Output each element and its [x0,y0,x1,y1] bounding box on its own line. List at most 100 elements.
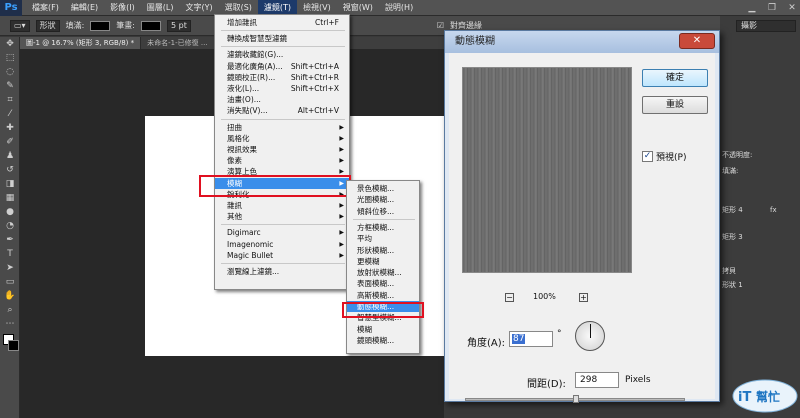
restore-icon[interactable]: ❐ [764,2,780,14]
type-tool-icon[interactable]: T [0,247,20,261]
tool-preset-icon[interactable]: ▭▾ [10,19,30,32]
filter-menu-item[interactable]: 風格化 ▶ [215,133,349,144]
filter-menu-item[interactable]: 瀏覽線上濾鏡... [215,266,349,277]
minimize-icon[interactable]: ▁ [744,2,760,14]
blur-tool-icon[interactable]: ● [0,205,20,219]
layer-name[interactable]: 形狀 1 [722,280,800,291]
healing-tool-icon[interactable]: ✚ [0,121,20,135]
filter-menu-item[interactable]: 其他 ▶ [215,211,349,222]
distance-input[interactable]: 298 [575,372,619,388]
filter-menu-item[interactable]: Imagenomic ▶ [215,239,349,250]
angle-input[interactable]: 87 [509,331,553,347]
blur-submenu-item[interactable]: 鏡頭模糊... [347,335,419,346]
menu-item[interactable]: 編輯(E) [65,0,104,16]
menu-item-label: Magic Bullet [227,250,274,260]
distance-slider[interactable] [465,395,685,403]
zoom-tool-icon[interactable]: ⌕ [0,303,20,317]
filter-menu-item[interactable]: 雜訊 ▶ [215,200,349,211]
preview-image[interactable] [462,67,632,273]
crop-tool-icon[interactable]: ⌗ [0,93,20,107]
reset-button[interactable]: 重設 [642,96,708,114]
blur-submenu-item[interactable]: 放射狀模糊... [347,267,419,278]
filter-menu-item[interactable]: 扭曲 ▶ [215,122,349,133]
blur-submenu-item[interactable]: 表面模糊... [347,278,419,289]
filter-menu-item[interactable]: 增加雜訊 Ctrl+F [215,17,349,28]
hand-tool-icon[interactable]: ✋ [0,289,20,303]
stroke-swatch[interactable] [140,20,161,31]
filter-menu-item[interactable]: 鏡頭校正(R)... Shift+Ctrl+R [215,72,349,83]
background-color[interactable] [8,340,19,351]
filter-menu-item[interactable]: 轉換成智慧型濾鏡 [215,33,349,44]
doc-tab[interactable]: 未命名-1-已修復 ... [141,37,215,49]
menu-item-label: 消失點(V)... [227,106,268,116]
menu-item[interactable]: 文字(Y) [179,0,218,16]
layer-name[interactable]: 矩形 3 [722,232,800,243]
blur-submenu-item[interactable]: 景色模糊... [347,183,419,194]
color-swatches[interactable] [0,331,20,357]
filter-menu-item[interactable]: 濾鏡收藏館(G)... [215,49,349,60]
marquee-tool-icon[interactable]: ⬚ [0,51,20,65]
menu-item[interactable]: 檔案(F) [26,0,65,16]
gradient-tool-icon[interactable]: ▦ [0,191,20,205]
angle-dial[interactable] [575,321,605,351]
menu-shortcut: Ctrl+F [315,18,339,27]
blur-submenu-item[interactable]: 模糊 [347,324,419,335]
menu-item[interactable]: 圖層(L) [141,0,180,16]
preview-label: 預視(P) [656,153,687,163]
rectangle-tool-icon[interactable]: ▭ [0,275,20,289]
filter-menu-item[interactable]: Digimarc ▶ [215,227,349,238]
quick-select-tool-icon[interactable]: ✎ [0,79,20,93]
workspace-select[interactable]: 攝影 [736,20,796,32]
menu-separator [353,218,415,220]
filter-menu-item[interactable]: 像素 ▶ [215,155,349,166]
menu-item-label: 扭曲 [227,122,242,132]
menu-shortcut: Shift+Ctrl+R [290,72,339,82]
blur-submenu-item[interactable]: 更模糊 [347,256,419,267]
preview-checkbox[interactable]: ✓ [642,151,653,162]
blur-submenu-item[interactable]: 傾斜位移... [347,206,419,217]
fill-swatch[interactable] [90,20,111,31]
filter-menu-item[interactable]: 消失點(V)... Alt+Ctrl+V [215,105,349,116]
layer-name[interactable]: 拷貝 [722,266,800,277]
eyedropper-tool-icon[interactable]: ⁄ [0,107,20,121]
blur-submenu-item[interactable]: 高斯模糊... [347,290,419,301]
path-select-tool-icon[interactable]: ➤ [0,261,20,275]
dodge-tool-icon[interactable]: ◔ [0,219,20,233]
close-icon[interactable]: ✕ [784,2,800,14]
distance-slider-thumb[interactable] [573,395,579,403]
submenu-arrow-icon: ▶ [339,240,344,248]
menu-bar: Ps 檔案(F) 編輯(E) 影像(I) 圖層(L) 文字(Y) 選取(S) 濾鏡(T) 檢視… [0,0,800,16]
highlight-box-blur [199,175,351,197]
menu-item-label: 轉換成智慧型濾鏡 [227,34,287,44]
menu-item[interactable]: 說明(H) [379,0,419,16]
more-tools-icon[interactable]: ⋯ [0,317,20,331]
zoom-out-button[interactable]: − [505,293,514,302]
menu-item[interactable]: 影像(I) [104,0,141,16]
zoom-in-button[interactable]: + [579,293,588,302]
fx-icon[interactable]: fx [770,205,790,216]
angle-label: 角度(A): [467,338,506,349]
doc-tab-active[interactable]: 圖-1 @ 16.7% (矩形 3, RGB/8) * [20,37,142,49]
shape-mode-select[interactable]: 形狀 [35,19,60,32]
align-edges-checkbox[interactable]: ☑ [437,21,444,30]
blur-submenu-item[interactable]: 形狀模糊... [347,245,419,256]
brush-tool-icon[interactable]: ✐ [0,135,20,149]
blur-submenu-item[interactable]: 光圈模糊... [347,194,419,205]
filter-menu-item[interactable]: Magic Bullet ▶ [215,250,349,261]
filter-menu-item[interactable]: 最適化廣角(A)... Shift+Ctrl+A [215,61,349,72]
menu-separator [221,224,345,226]
blur-submenu-item[interactable]: 方框模糊... [347,222,419,233]
dialog-close-button[interactable]: ✕ [679,33,715,49]
lasso-tool-icon[interactable]: ◌ [0,65,20,79]
filter-menu-item[interactable]: 油畫(O)... [215,94,349,105]
history-brush-icon[interactable]: ↺ [0,163,20,177]
filter-menu-item[interactable]: 視訊效果 ▶ [215,144,349,155]
filter-menu-item[interactable]: 液化(L)... Shift+Ctrl+X [215,83,349,94]
ok-button[interactable]: 確定 [642,69,708,87]
move-tool-icon[interactable]: ✥ [0,37,20,51]
stamp-tool-icon[interactable]: ♟ [0,149,20,163]
blur-submenu-item[interactable]: 平均 [347,233,419,244]
stroke-size-field[interactable]: 5 pt [166,19,191,32]
pen-tool-icon[interactable]: ✒ [0,233,20,247]
eraser-tool-icon[interactable]: ◨ [0,177,20,191]
